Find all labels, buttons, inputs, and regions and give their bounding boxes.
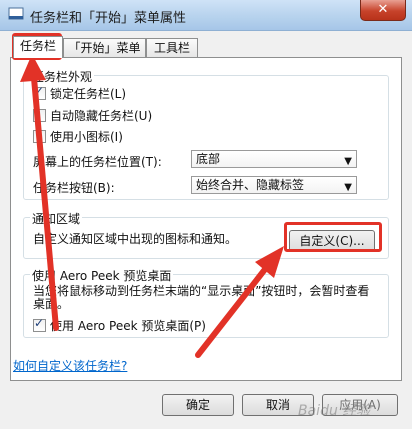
tab-taskbar[interactable]: 任务栏 [13, 36, 63, 58]
auto-hide-checkbox[interactable] [33, 109, 46, 122]
taskbar-buttons-select[interactable]: 始终合并、隐藏标签 ▼ [191, 176, 357, 194]
aero-peek-checkbox[interactable] [33, 316, 46, 332]
tab-strip: 任务栏 「开始」菜单 工具栏 [10, 36, 402, 58]
taskbar-tab-panel: 任务栏外观 锁定任务栏(L) 自动隐藏任务栏(U) 使用小图标(I) 屏幕上的任… [10, 57, 402, 381]
lock-taskbar-label: 锁定任务栏(L) [50, 87, 127, 101]
close-button[interactable]: ✕ [360, 0, 406, 21]
aero-peek-label: 使用 Aero Peek 预览桌面(P) [50, 319, 206, 333]
buttons-label: 任务栏按钮(B): [33, 181, 115, 195]
taskbar-position-select[interactable]: 底部 ▼ [191, 150, 357, 168]
lock-taskbar-option[interactable]: 锁定任务栏(L) [33, 84, 127, 102]
window-title: 任务栏和「开始」菜单属性 [30, 11, 187, 26]
auto-hide-option[interactable]: 自动隐藏任务栏(U) [33, 107, 152, 124]
aero-peek-group-title: 使用 Aero Peek 预览桌面 [30, 267, 174, 284]
taskbar-position-value: 底部 [196, 152, 221, 166]
taskbar-app-icon [8, 7, 24, 20]
tab-toolbars[interactable]: 工具栏 [146, 38, 198, 57]
appearance-group-title: 任务栏外观 [30, 68, 95, 85]
chevron-down-icon: ▼ [344, 156, 352, 167]
position-label: 屏幕上的任务栏位置(T): [33, 155, 162, 169]
notification-description: 自定义通知区域中出现的图标和通知。 [33, 232, 238, 246]
small-icons-checkbox[interactable] [33, 130, 46, 143]
small-icons-option[interactable]: 使用小图标(I) [33, 128, 123, 145]
chevron-down-icon: ▼ [344, 182, 352, 193]
notification-group-title: 通知区域 [30, 210, 83, 227]
title-bar[interactable]: 任务栏和「开始」菜单属性 ✕ [0, 0, 412, 31]
taskbar-properties-window: 任务栏和「开始」菜单属性 ✕ 任务栏 「开始」菜单 工具栏 任务栏外观 锁定任务… [0, 0, 412, 429]
aero-peek-description: 当您将鼠标移动到任务栏末端的“显示桌面”按钮时，会暂时查看桌面。 [33, 284, 370, 311]
customize-button[interactable]: 自定义(C)... [289, 230, 375, 252]
tab-start-menu[interactable]: 「开始」菜单 [63, 38, 146, 57]
watermark: Baidu 经验 [298, 403, 371, 419]
aero-peek-option[interactable]: 使用 Aero Peek 预览桌面(P) [33, 316, 206, 334]
ok-button[interactable]: 确定 [162, 394, 234, 416]
lock-taskbar-checkbox[interactable] [33, 84, 46, 100]
auto-hide-label: 自动隐藏任务栏(U) [50, 109, 153, 123]
small-icons-label: 使用小图标(I) [50, 130, 123, 144]
help-link[interactable]: 如何自定义该任务栏? [13, 357, 127, 374]
taskbar-buttons-value: 始终合并、隐藏标签 [196, 178, 305, 192]
